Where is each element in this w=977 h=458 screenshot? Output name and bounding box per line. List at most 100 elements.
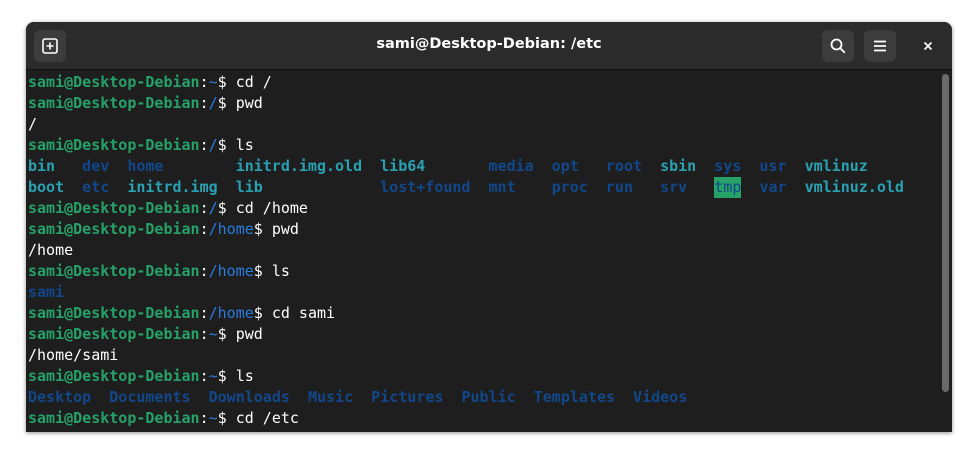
prompt-path: ~	[208, 325, 218, 343]
ls-entry: lib64	[380, 157, 426, 175]
prompt-colon: :	[199, 409, 209, 427]
prompt-dollar: $	[217, 94, 227, 112]
prompt-colon: :	[199, 73, 209, 91]
prompt-user: sami@Desktop-Debian	[28, 73, 200, 91]
prompt-colon: :	[199, 94, 209, 112]
terminal-line: sami@Desktop-Debian:~$ ls	[28, 366, 938, 387]
scrollbar-thumb[interactable]	[942, 74, 949, 392]
output-text: Desktop Documents Downloads Music Pictur…	[28, 388, 688, 406]
prompt-dollar: $	[217, 325, 227, 343]
command-text: pwd	[262, 220, 299, 238]
command-text: cd /home	[226, 199, 308, 217]
ls-entry: initrd.img	[127, 178, 218, 196]
terminal-line: /home	[28, 240, 938, 261]
command-text: ls	[262, 262, 290, 280]
command-text: pwd	[226, 325, 263, 343]
ls-entry: opt	[551, 157, 579, 175]
terminal-line: /	[28, 114, 938, 135]
terminal-line: sami@Desktop-Debian:/$ ls	[28, 135, 938, 156]
prompt-path: /home	[208, 262, 254, 280]
terminal-output[interactable]: sami@Desktop-Debian:~$ cd / sami@Desktop-…	[26, 70, 938, 432]
close-icon	[923, 41, 933, 51]
ls-entry: vmlinuz	[804, 157, 868, 175]
ls-entry: srv	[660, 178, 688, 196]
window-title: sami@Desktop-Debian: /etc	[376, 36, 602, 52]
ls-entry: tmp	[714, 177, 742, 198]
terminal-line: sami@Desktop-Debian:~$ pwd	[28, 324, 938, 345]
terminal-line: /home/sami	[28, 345, 938, 366]
prompt-colon: :	[199, 136, 209, 154]
terminal-line: sami@Desktop-Debian:~$ cd /etc	[28, 408, 938, 429]
ls-entry: dev	[82, 157, 110, 175]
ls-entry: bin	[28, 157, 56, 175]
ls-entry: sys	[714, 157, 742, 175]
output-text: /home/sami	[28, 346, 119, 364]
ls-entry: usr	[759, 157, 787, 175]
prompt-path: /	[208, 136, 218, 154]
prompt-user: sami@Desktop-Debian	[28, 409, 200, 427]
output-text: /	[28, 115, 38, 133]
new-tab-icon	[42, 38, 58, 54]
terminal-line: boot etc initrd.img lib lost+found mnt proc run…	[28, 177, 938, 198]
output-text: /home	[28, 241, 74, 259]
ls-entry: root	[605, 157, 643, 175]
prompt-user: sami@Desktop-Debian	[28, 367, 200, 385]
prompt-colon: :	[199, 325, 209, 343]
close-button[interactable]	[912, 30, 944, 62]
command-text: ls	[226, 367, 254, 385]
prompt-path: /	[208, 199, 218, 217]
search-icon	[830, 38, 846, 54]
prompt-dollar: $	[253, 304, 263, 322]
prompt-user: sami@Desktop-Debian	[28, 94, 200, 112]
command-text: cd /etc	[226, 409, 299, 427]
prompt-colon: :	[199, 199, 209, 217]
ls-entry: media	[488, 157, 534, 175]
ls-entry: run	[605, 178, 633, 196]
ls-entry: sbin	[660, 157, 697, 175]
terminal-line: sami@Desktop-Debian:/home$ ls	[28, 261, 938, 282]
prompt-path: /	[208, 94, 218, 112]
search-button[interactable]	[822, 30, 854, 62]
ls-entry: lib	[235, 178, 263, 196]
ls-entry: var	[759, 178, 787, 196]
terminal-line: sami@Desktop-Debian:/$ cd /home	[28, 198, 938, 219]
terminal-line: Desktop Documents Downloads Music Pictur…	[28, 387, 938, 408]
prompt-user: sami@Desktop-Debian	[28, 136, 200, 154]
new-tab-button[interactable]	[34, 30, 66, 62]
ls-entry: etc	[82, 178, 110, 196]
prompt-user: sami@Desktop-Debian	[28, 199, 200, 217]
output-text: sami	[28, 283, 65, 301]
prompt-colon: :	[199, 304, 209, 322]
prompt-path: /home	[208, 304, 254, 322]
prompt-colon: :	[199, 262, 209, 280]
title-bar: sami@Desktop-Debian: /etc	[26, 22, 952, 70]
command-text: pwd	[226, 94, 263, 112]
prompt-dollar: $	[217, 409, 227, 427]
terminal-window: sami@Desktop-Debian: /etc sami@Desktop-D…	[26, 22, 952, 432]
prompt-dollar: $	[217, 367, 227, 385]
ls-entry: proc	[551, 178, 588, 196]
terminal-line: sami@Desktop-Debian:/home$ pwd	[28, 219, 938, 240]
ls-entry: boot	[28, 178, 65, 196]
terminal-line: sami	[28, 282, 938, 303]
ls-entry: lost+found	[380, 178, 471, 196]
ls-entry: home	[127, 157, 164, 175]
terminal-line: sami@Desktop-Debian:/$ pwd	[28, 93, 938, 114]
command-text: ls	[226, 136, 254, 154]
prompt-path: ~	[208, 73, 218, 91]
menu-button[interactable]	[864, 30, 896, 62]
prompt-colon: :	[199, 220, 209, 238]
prompt-user: sami@Desktop-Debian	[28, 325, 200, 343]
prompt-path: ~	[208, 367, 218, 385]
terminal-line: sami@Desktop-Debian:~$ cd /	[28, 72, 938, 93]
prompt-dollar: $	[217, 199, 227, 217]
prompt-dollar: $	[217, 136, 227, 154]
prompt-path: /home	[208, 220, 254, 238]
prompt-colon: :	[199, 367, 209, 385]
command-text: cd sami	[262, 304, 336, 322]
prompt-user: sami@Desktop-Debian	[28, 220, 200, 238]
ls-entry: mnt	[488, 178, 516, 196]
ls-entry: vmlinuz.old	[804, 178, 904, 196]
command-text: cd /	[226, 73, 272, 91]
prompt-user: sami@Desktop-Debian	[28, 262, 200, 280]
